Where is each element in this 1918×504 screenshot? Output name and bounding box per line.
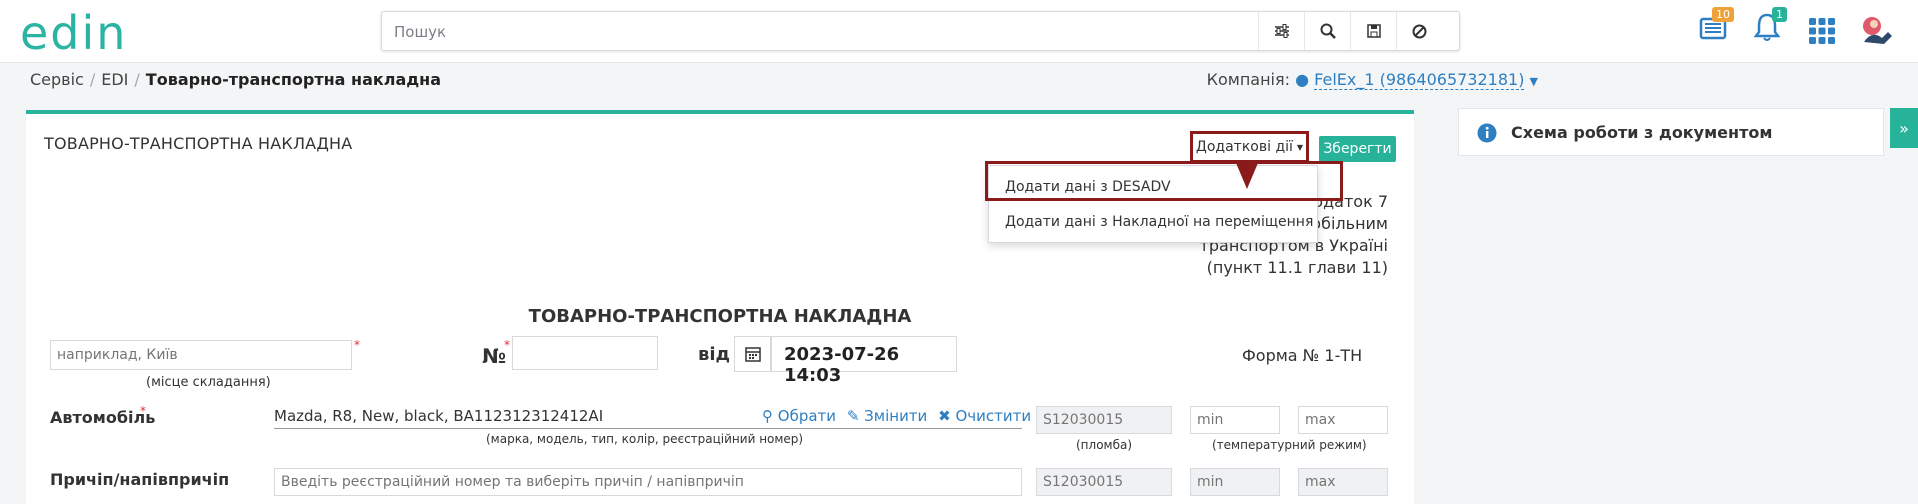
save-button[interactable]: Зберегти (1319, 136, 1396, 162)
filter-button[interactable] (1258, 12, 1304, 50)
search-button[interactable] (1304, 12, 1350, 50)
document-panel: ТОВАРНО-ТРАНСПОРТНА НАКЛАДНА Додаткові д… (26, 110, 1414, 504)
sliders-icon (1274, 24, 1289, 38)
number-input[interactable] (512, 336, 658, 370)
choose-link[interactable]: ⚲ Обрати (762, 407, 836, 425)
trailer-temp-min-input[interactable] (1190, 468, 1280, 496)
seal-caption: (пломба) (1076, 438, 1133, 452)
company-link[interactable]: FelEx_1 (9864065732181) (1314, 70, 1525, 90)
from-label: від (698, 344, 731, 365)
company-selector: Компанія: ● FelEx_1 (9864065732181) ▼ (1206, 70, 1538, 90)
company-label: Компанія: (1206, 70, 1290, 89)
highlight-frame (985, 161, 1343, 201)
reset-search-button[interactable] (1396, 12, 1442, 50)
car-caption: (марка, модель, тип, колір, реєстраційни… (486, 432, 804, 446)
calendar-button[interactable] (734, 336, 771, 372)
required-mark: * (504, 338, 510, 352)
trailer-temp-max-input[interactable] (1298, 468, 1388, 496)
workflow-panel[interactable]: Схема роботи з документом (1458, 108, 1884, 156)
date-input[interactable]: 2023-07-26 14:03 (771, 336, 957, 386)
user-icon: ● (1295, 70, 1310, 89)
breadcrumb-service[interactable]: Сервіс (30, 70, 84, 89)
edin-logo[interactable]: edin (20, 6, 127, 60)
panel-title: ТОВАРНО-ТРАНСПОРТНА НАКЛАДНА (44, 134, 353, 153)
more-actions-label: Додаткові дії (1195, 139, 1293, 155)
save-search-button[interactable] (1350, 12, 1396, 50)
news-button[interactable]: 10 (1696, 7, 1734, 47)
user-avatar[interactable] (1858, 12, 1896, 50)
save-icon (1366, 24, 1381, 38)
grid-icon (1809, 18, 1835, 44)
car-temp-min-input[interactable] (1190, 406, 1280, 434)
caret-down-icon: ▼ (1296, 142, 1304, 152)
news-badge: 10 (1712, 7, 1734, 22)
calendar-icon (744, 347, 761, 362)
document-title: ТОВАРНО-ТРАНСПОРТНА НАКЛАДНА (528, 306, 912, 327)
ban-icon (1412, 24, 1427, 38)
search-input[interactable] (394, 21, 1274, 43)
trailer-label: Причіп/напівпричіп (50, 470, 230, 489)
clear-link[interactable]: ✖ Очистити (938, 407, 1031, 425)
menu-item-transfer-invoice[interactable]: Додати дані з Накладної на переміщення (1005, 214, 1313, 230)
notifications-button[interactable]: 1 (1752, 7, 1787, 47)
car-actions: ⚲ Обрати ✎ Змінити ✖ Очистити (762, 407, 1031, 425)
number-label: № (482, 344, 507, 368)
double-chevron-right-icon: » (1899, 118, 1909, 138)
breadcrumb: Сервіс / EDI / Товарно-транспортна накладна (30, 70, 442, 89)
apps-button[interactable] (1808, 17, 1836, 49)
notifications-badge: 1 (1772, 7, 1787, 22)
expand-sidebar-button[interactable]: » (1890, 108, 1918, 148)
trailer-input[interactable] (274, 468, 1022, 496)
avatar-icon (1863, 17, 1892, 44)
more-actions-button[interactable]: Додаткові дії ▼ (1190, 131, 1309, 163)
car-temp-max-input[interactable] (1298, 406, 1388, 434)
caret-down-icon[interactable]: ▼ (1530, 75, 1538, 88)
change-link[interactable]: ✎ Змінити (847, 407, 928, 425)
required-mark: * (140, 404, 146, 418)
trailer-seal-input[interactable] (1036, 468, 1172, 496)
pointer-arrow (1236, 163, 1258, 189)
required-mark: * (354, 338, 360, 352)
temp-caption: (температурний режим) (1212, 438, 1367, 452)
place-input[interactable] (50, 340, 352, 370)
info-icon (1477, 123, 1497, 143)
form-label: Форма № 1-ТН (1242, 346, 1363, 365)
top-bar: edin 10 (0, 0, 1918, 63)
breadcrumb-current: Товарно-транспортна накладна (145, 70, 442, 89)
search-icon (1320, 23, 1336, 39)
search-bar (381, 11, 1460, 51)
breadcrumb-edi[interactable]: EDI (101, 70, 128, 89)
place-caption: (місце складання) (146, 375, 271, 390)
car-seal-input[interactable] (1036, 406, 1172, 434)
workflow-title: Схема роботи з документом (1511, 123, 1773, 142)
